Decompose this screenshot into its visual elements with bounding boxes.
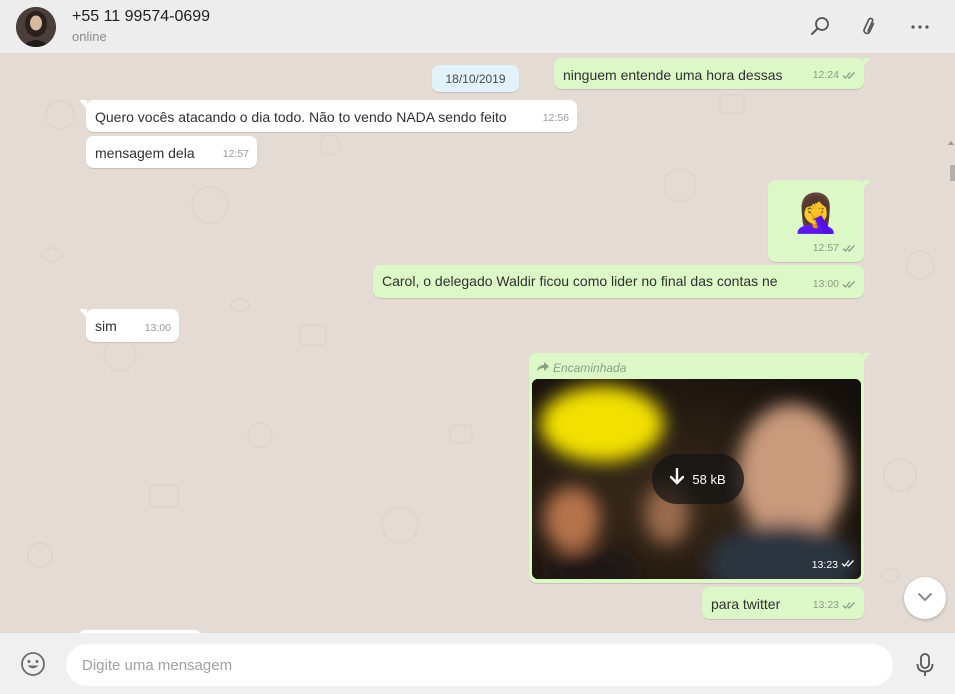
double-check-icon — [842, 71, 856, 80]
chevron-down-icon — [917, 589, 933, 607]
emoji-icon[interactable] — [20, 651, 46, 677]
chat-header: +55 11 99574-0699 online — [0, 0, 955, 54]
message-incoming[interactable]: mensagem dela 12:57 — [86, 136, 257, 168]
double-check-icon — [841, 556, 855, 575]
message-incoming[interactable]: Quero vocês atacando o dia todo. Não to … — [79, 100, 577, 132]
message-outgoing-emoji[interactable]: 🤦‍♀️ 12:57 — [768, 180, 871, 262]
message-outgoing[interactable]: para twitter 13:23 — [702, 587, 864, 619]
double-check-icon — [842, 280, 856, 289]
message-text: Quero vocês atacando o dia todo. Não to … — [95, 109, 507, 125]
compose-bar — [0, 633, 955, 694]
message-time: 13:00 — [812, 278, 839, 290]
message-outgoing[interactable]: Carol, o delegado Waldir ficou como lide… — [373, 265, 864, 298]
download-button[interactable]: 58 kB — [652, 454, 744, 504]
contact-name[interactable]: +55 11 99574-0699 — [72, 8, 210, 26]
image-thumbnail[interactable]: 58 kB 13:23 — [532, 379, 861, 579]
message-time: 12:57 — [222, 148, 249, 160]
message-text: sim — [95, 318, 117, 334]
message-text: para twitter — [711, 596, 781, 612]
menu-icon[interactable] — [906, 12, 934, 40]
forward-icon — [537, 359, 549, 378]
message-list[interactable]: 18/10/2019 ninguem entende uma hora dess… — [0, 55, 955, 633]
message-text: mensagem dela — [95, 145, 195, 161]
message-incoming[interactable]: sim 13:00 — [79, 309, 179, 342]
facepalm-emoji: 🤦‍♀️ — [792, 193, 840, 235]
message-input[interactable] — [66, 644, 893, 686]
forwarded-label: Encaminhada — [537, 359, 626, 378]
avatar[interactable] — [16, 7, 56, 47]
message-outgoing-media[interactable]: Encaminhada 58 kB 13:23 — [529, 353, 871, 583]
message-text: Carol, o delegado Waldir ficou como lide… — [382, 273, 778, 289]
chat-scrollbar[interactable] — [948, 55, 955, 633]
message-time: 12:57 — [812, 242, 839, 254]
message-time: 12:24 — [812, 69, 839, 81]
date-separator: 18/10/2019 — [432, 65, 519, 92]
message-time: 12:56 — [542, 112, 569, 124]
double-check-icon — [842, 244, 856, 253]
media-size: 58 kB — [692, 471, 726, 487]
message-outgoing[interactable]: ninguem entende uma hora dessas 12:24 — [554, 58, 871, 89]
search-icon[interactable] — [806, 12, 834, 40]
message-time: 13:23 — [811, 559, 838, 571]
message-text: ninguem entende uma hora dessas — [563, 67, 783, 83]
double-check-icon — [842, 601, 856, 610]
mic-icon[interactable] — [914, 652, 936, 678]
message-time: 13:00 — [144, 322, 171, 334]
attach-icon[interactable] — [856, 12, 884, 40]
download-icon — [670, 467, 685, 491]
scroll-to-bottom-button[interactable] — [904, 577, 946, 619]
message-time: 13:23 — [812, 599, 839, 611]
contact-status: online — [72, 29, 107, 44]
